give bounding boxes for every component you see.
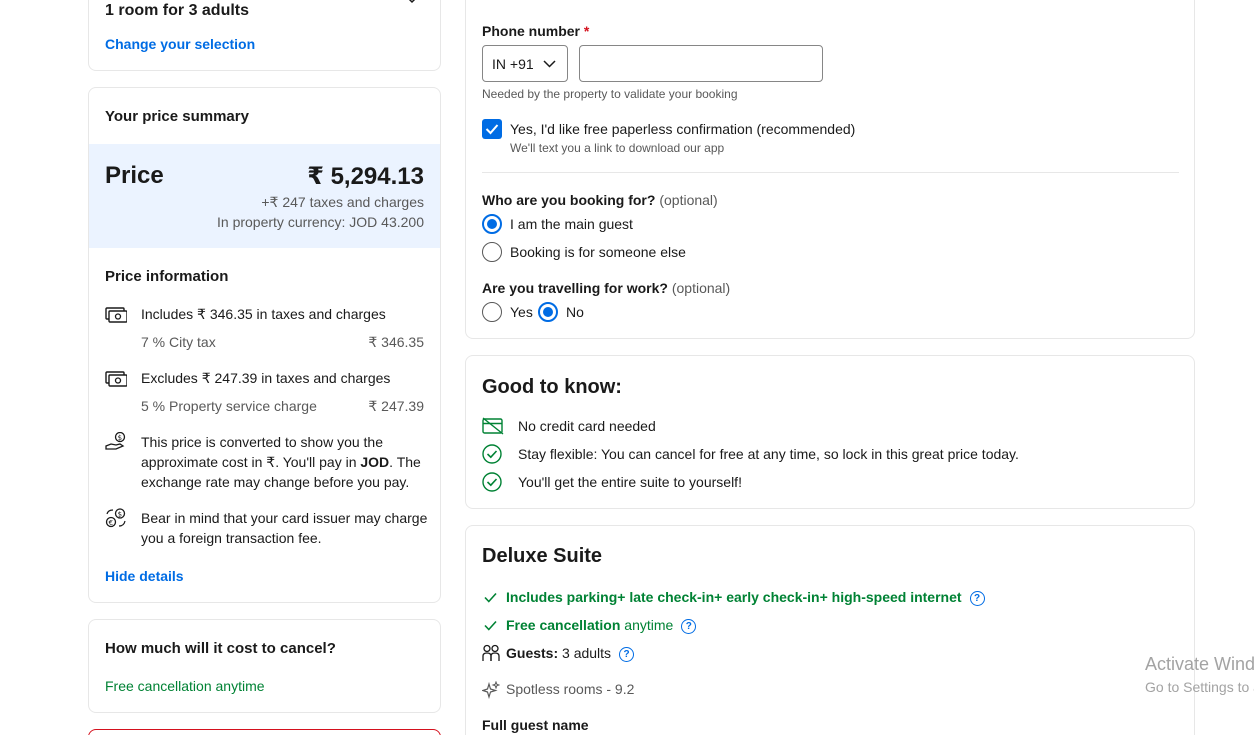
checkmark-icon — [485, 124, 499, 135]
suite-guests-value: 3 adults — [562, 645, 612, 661]
booking-for-question: Who are you booking for? (optional) — [482, 192, 718, 208]
suite-includes: Includes parking+ late check-in+ early c… — [506, 589, 985, 606]
good-item-entire-suite: You'll get the entire suite to yourself! — [518, 474, 742, 490]
paperless-label[interactable]: Yes, I'd like free paperless confirmatio… — [510, 121, 855, 137]
hide-details-link[interactable]: Hide details — [105, 568, 184, 584]
alert-card — [88, 729, 441, 735]
suite-spotless: Spotless rooms - 9.2 — [506, 681, 635, 697]
city-tax-value: ₹ 346.35 — [368, 334, 424, 350]
service-charge-row: 5 % Property service charge ₹ 247.39 — [141, 398, 424, 414]
suite-includes-text: Includes parking+ late check-in+ early c… — [506, 589, 962, 605]
excludes-taxes-row: Excludes ₹ 247.39 in taxes and charges — [105, 368, 425, 388]
svg-text:$: $ — [118, 434, 122, 442]
radio-main-guest-label[interactable]: I am the main guest — [510, 216, 633, 232]
guest-details-form: Phone number * IN +91 Needed by the prop… — [465, 0, 1195, 339]
converted-currency-row: $ This price is converted to show you th… — [105, 432, 425, 492]
paperless-hint: We'll text you a link to download our ap… — [510, 141, 725, 155]
price-label: Price — [105, 162, 164, 189]
radio-work-yes[interactable] — [482, 302, 502, 322]
radio-work-no-label[interactable]: No — [566, 304, 584, 320]
price-summary-heading: Your price summary — [105, 108, 249, 125]
includes-taxes-row: Includes ₹ 346.35 in taxes and charges — [105, 304, 425, 324]
work-question: Are you travelling for work? (optional) — [482, 280, 730, 296]
chevron-down-icon — [543, 60, 556, 68]
price-value: ₹ 5,294.13 — [307, 163, 424, 190]
excludes-taxes-text: Excludes ₹ 247.39 in taxes and charges — [141, 370, 391, 386]
property-currency: In property currency: JOD 43.200 — [217, 214, 424, 230]
check-circle-icon — [482, 472, 502, 492]
country-code-value: IN +91 — [492, 56, 534, 72]
full-guest-name-label: Full guest name — [482, 717, 589, 733]
phone-label: Phone number * — [482, 23, 589, 39]
activate-windows-title: Activate Windows — [1145, 654, 1254, 674]
guests-icon — [482, 644, 500, 661]
help-icon[interactable]: ? — [619, 646, 635, 662]
cancel-cost-card: How much will it cost to cancel? Free ca… — [88, 619, 441, 713]
phone-input[interactable] — [579, 45, 823, 82]
suite-free-cancel-label: Free cancellation — [506, 617, 621, 633]
radio-work-yes-label[interactable]: Yes — [510, 304, 533, 320]
radio-someone-else-label[interactable]: Booking is for someone else — [510, 244, 686, 260]
suite-free-cancel-suffix: anytime — [624, 617, 674, 633]
suite-guests: Guests: 3 adults? — [506, 645, 635, 662]
price-band: Price ₹ 5,294.13 +₹ 247 taxes and charge… — [89, 144, 440, 248]
help-icon[interactable]: ? — [681, 618, 697, 634]
cancel-cost-heading: How much will it cost to cancel? — [105, 640, 336, 657]
radio-main-guest[interactable] — [482, 214, 502, 234]
converted-currency-code: JOD — [360, 454, 390, 470]
suite-guests-label: Guests: — [506, 645, 559, 661]
chevron-down-icon[interactable] — [405, 0, 419, 6]
city-tax-row: 7 % City tax ₹ 346.35 — [141, 334, 424, 350]
good-to-know-card: Good to know: No credit card needed Stay… — [465, 355, 1195, 509]
suite-title: Deluxe Suite — [482, 545, 603, 567]
help-icon[interactable]: ? — [969, 590, 985, 606]
required-mark: * — [583, 23, 590, 39]
radio-work-no[interactable] — [538, 302, 558, 322]
taxes-line: +₹ 247 taxes and charges — [261, 194, 424, 210]
money-icon — [105, 307, 127, 323]
room-selection-card: 1 room for 3 adults Change your selectio… — [88, 0, 441, 71]
paperless-checkbox[interactable] — [482, 119, 502, 139]
phone-label-text: Phone number — [482, 23, 581, 39]
currency-exchange-icon: $€ — [105, 508, 126, 528]
phone-hint: Needed by the property to validate your … — [482, 87, 738, 101]
svg-text:$: $ — [118, 511, 122, 519]
card-fee-row: $ € Bear in mind that your card issuer ma… — [105, 508, 427, 548]
city-tax-label: 7 % City tax — [141, 334, 216, 350]
divider — [482, 172, 1179, 173]
money-icon — [105, 371, 127, 387]
service-charge-value: ₹ 247.39 — [368, 398, 424, 414]
room-selection-title: 1 room for 3 adults — [105, 2, 250, 19]
check-circle-icon — [482, 444, 502, 464]
booking-for-optional: (optional) — [659, 192, 718, 208]
country-code-select[interactable]: IN +91 — [482, 45, 568, 82]
change-selection-link[interactable]: Change your selection — [105, 36, 255, 52]
service-charge-label: 5 % Property service charge — [141, 398, 317, 414]
check-icon — [484, 592, 497, 603]
booking-for-question-text: Who are you booking for? — [482, 192, 656, 208]
cancel-cost-text: Free cancellation anytime — [105, 678, 265, 694]
converted-prefix: This price is converted to show you the … — [141, 434, 384, 470]
price-information-heading: Price information — [105, 268, 229, 285]
no-credit-card-icon — [482, 417, 504, 435]
check-icon — [484, 620, 497, 631]
converted-currency-text: This price is converted to show you the … — [141, 432, 431, 492]
suite-free-cancel: Free cancellation anytime? — [506, 617, 697, 634]
suite-card: Deluxe Suite Includes parking+ late chec… — [465, 525, 1195, 735]
includes-taxes-text: Includes ₹ 346.35 in taxes and charges — [141, 306, 386, 322]
card-fee-text: Bear in mind that your card issuer may c… — [141, 510, 428, 546]
sparkle-icon — [482, 681, 500, 699]
activate-windows-subtitle: Go to Settings to activate Windows. — [1145, 679, 1254, 695]
work-question-text: Are you travelling for work? — [482, 280, 668, 296]
good-item-no-card: No credit card needed — [518, 418, 656, 434]
work-optional: (optional) — [671, 280, 731, 296]
good-to-know-heading: Good to know: — [482, 376, 622, 398]
price-summary-card: Your price summary Price ₹ 5,294.13 +₹ 2… — [88, 87, 441, 603]
hand-coin-icon: $ — [105, 432, 126, 450]
svg-text:€: € — [109, 519, 113, 527]
good-item-flexible: Stay flexible: You can cancel for free a… — [518, 446, 1019, 462]
radio-someone-else[interactable] — [482, 242, 502, 262]
